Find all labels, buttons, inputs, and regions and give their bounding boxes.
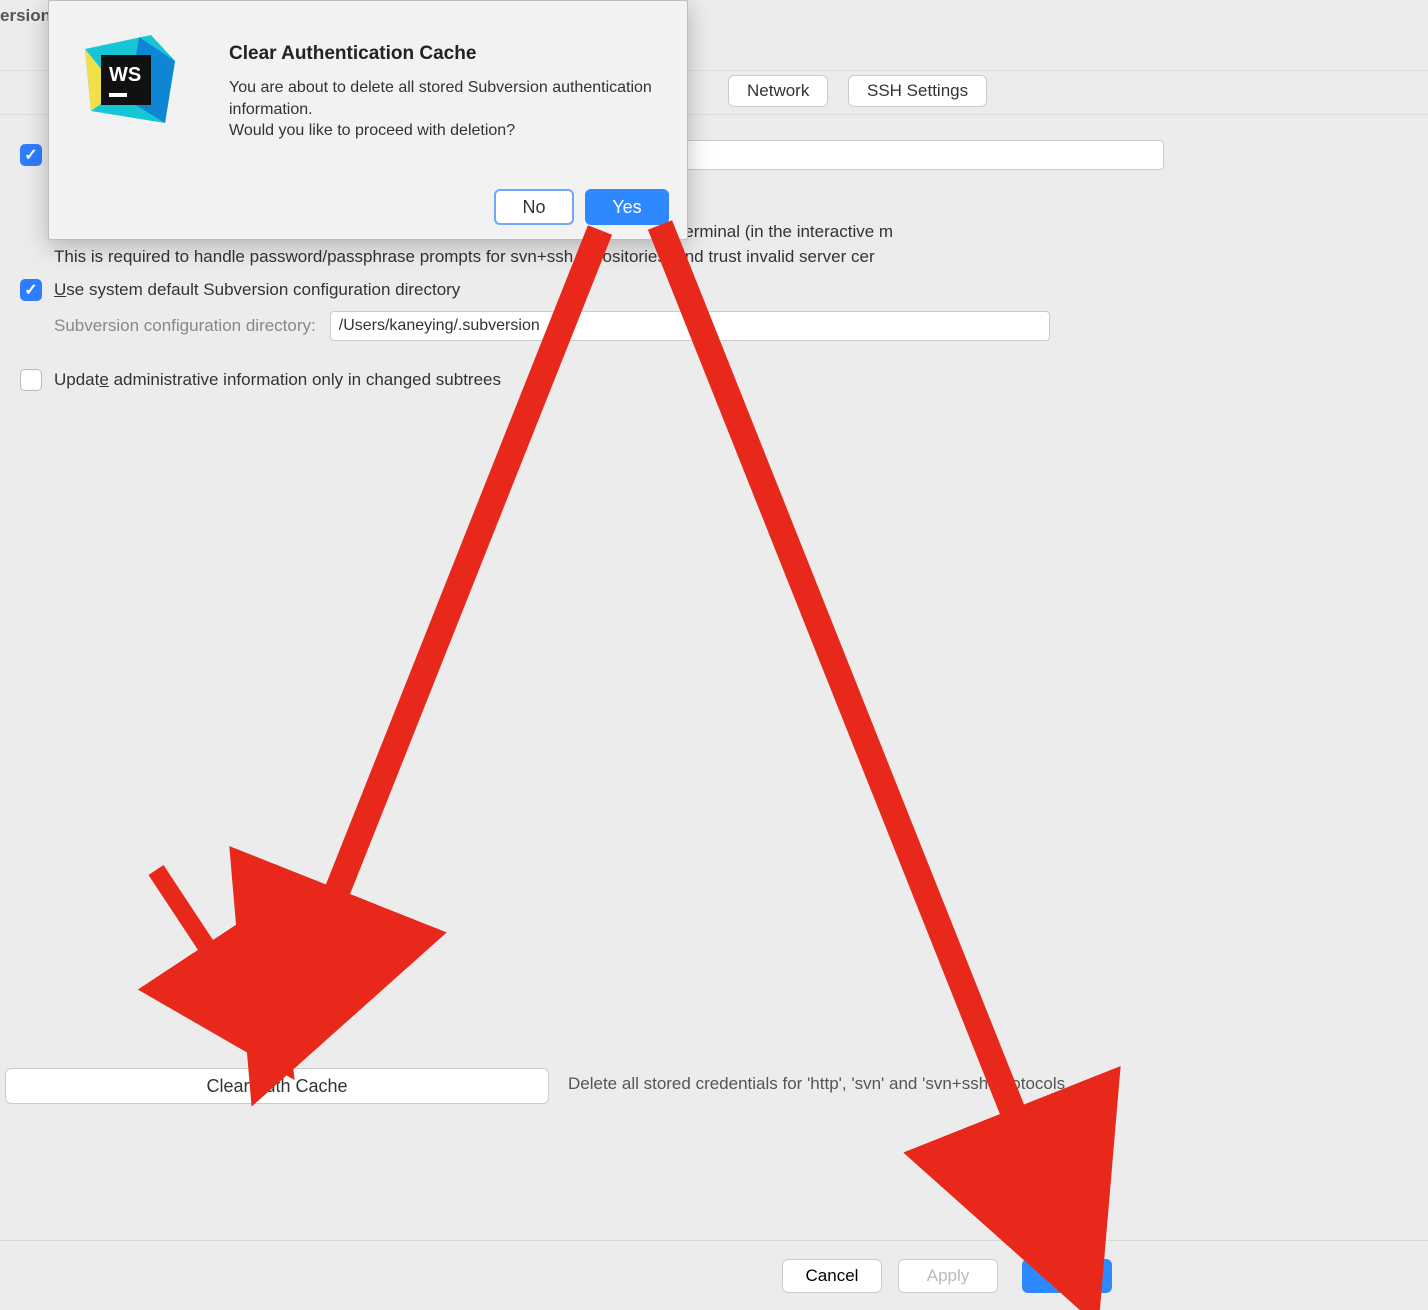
tab-network[interactable]: Network (728, 75, 828, 107)
clear-auth-cache-dialog: WS Clear Authentication Cache You are ab… (48, 0, 688, 240)
webstorm-icon: WS (79, 31, 179, 131)
dialog-body-line2: Would you like to proceed with deletion? (229, 120, 657, 142)
help-interactive-2: This is required to handle password/pass… (54, 245, 1428, 270)
checkbox-use-cli[interactable] (20, 144, 42, 166)
apply-button[interactable]: Apply (898, 1259, 998, 1293)
dialog-body-line1: You are about to delete all stored Subve… (229, 77, 657, 120)
checkbox-update-admin[interactable] (20, 369, 42, 391)
checkbox-use-default-dir[interactable] (20, 279, 42, 301)
svg-text:WS: WS (109, 64, 141, 86)
clear-auth-cache-button[interactable]: Clear Auth Cache (5, 1068, 549, 1104)
dialog-footer: Cancel Apply OK (0, 1240, 1428, 1310)
label-cfg-dir: Subversion configuration directory: (54, 316, 316, 336)
clear-auth-cache-desc: Delete all stored credentials for 'http'… (568, 1074, 1065, 1094)
ok-button[interactable]: OK (1022, 1259, 1112, 1293)
input-cfg-dir[interactable] (330, 311, 1050, 341)
cancel-button[interactable]: Cancel (782, 1259, 882, 1293)
dialog-body: You are about to delete all stored Subve… (229, 77, 657, 142)
dialog-no-button[interactable]: No (494, 189, 574, 225)
tab-ssh-settings[interactable]: SSH Settings (848, 75, 987, 107)
label-update-admin: Update administrative information only i… (54, 370, 501, 390)
label-use-default-dir: Use system default Subversion configurat… (54, 280, 460, 300)
dialog-title: Clear Authentication Cache (229, 43, 476, 65)
dialog-yes-button[interactable]: Yes (585, 189, 669, 225)
